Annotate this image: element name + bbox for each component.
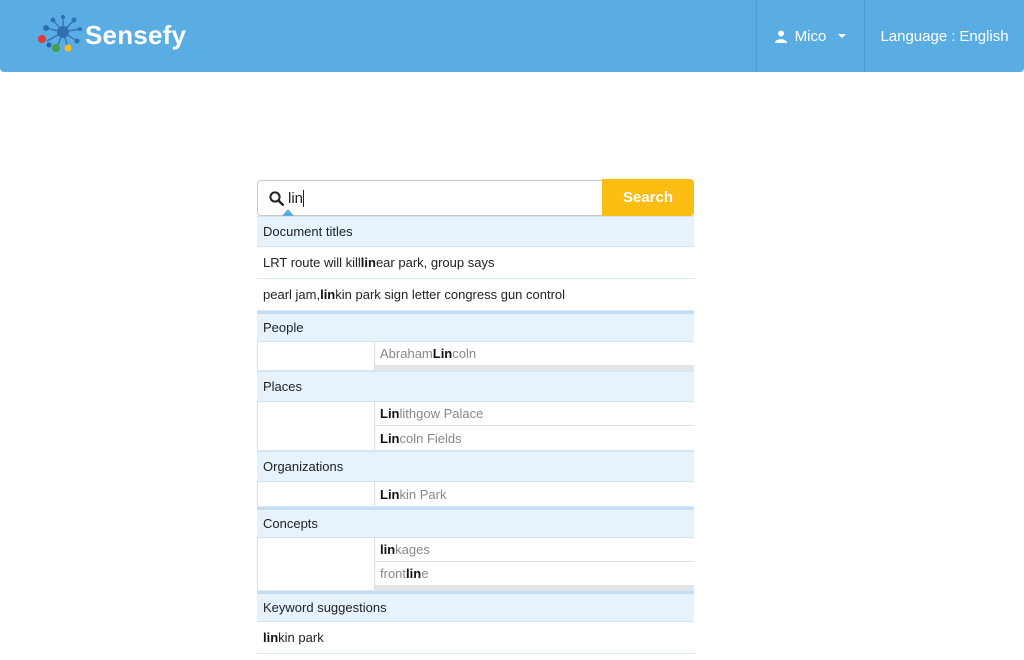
user-menu[interactable]: Mico: [756, 0, 864, 72]
suggestion-match: lin: [263, 630, 279, 645]
dropdown-pointer-icon: [282, 209, 294, 216]
user-name: Mico: [794, 27, 827, 45]
suggestion-match: lin: [320, 287, 336, 302]
suggestion-text: kin Park: [399, 486, 447, 502]
search-query-text: lin: [288, 189, 304, 207]
suggestion-match: lin: [360, 255, 376, 270]
entity-list: lin kages front lin e: [375, 538, 694, 590]
suggestion-document-title[interactable]: pearl jam, lin kin park sign letter congr…: [257, 279, 694, 311]
search-icon: [269, 190, 284, 206]
suggestion-match: lin: [380, 542, 396, 557]
suggestion-text: kin park: [278, 630, 324, 645]
language-menu[interactable]: Language : English: [864, 0, 1024, 72]
entity-thumbnail-area: [257, 402, 375, 450]
suggestion-match: Lin: [380, 406, 400, 421]
suggestion-organization[interactable]: Lin kin Park: [375, 482, 694, 506]
suggestion-text: LRT route will kill: [263, 255, 361, 270]
entity-list: Lin kin Park: [375, 482, 694, 506]
search-field[interactable]: lin: [257, 180, 603, 216]
section-heading-organizations: Organizations: [257, 451, 694, 482]
divider: [375, 366, 694, 370]
entity-list: Abraham Lin coln: [375, 342, 694, 370]
entity-group-places: Lin lithgow Palace Lin coln Fields: [257, 402, 694, 451]
section-heading-places: Places: [257, 371, 694, 402]
suggestion-text: kin park sign letter congress gun contro…: [335, 287, 566, 302]
suggestion-match: Lin: [432, 346, 453, 361]
top-navbar: Sensefy Mico Language : English: [0, 0, 1024, 72]
autocomplete-dropdown: Document titles LRT route will kill lin e…: [257, 216, 694, 654]
suggestion-text: e: [421, 566, 429, 581]
entity-thumbnail-area: [257, 538, 375, 590]
suggestion-text: pearl jam,: [263, 287, 321, 302]
divider: [375, 586, 694, 590]
section-heading-people: People: [257, 311, 694, 342]
suggestion-place[interactable]: Lin lithgow Palace: [375, 402, 694, 426]
suggestion-text: ear park, group says: [375, 255, 495, 270]
suggestion-concept[interactable]: lin kages: [375, 538, 694, 562]
suggestion-match: lin: [406, 566, 422, 581]
entity-group-people: Abraham Lin coln: [257, 342, 694, 371]
suggestion-document-title[interactable]: LRT route will kill lin ear park, group s…: [257, 247, 694, 279]
suggestion-match: Lin: [380, 486, 400, 502]
section-heading-keyword-suggestions: Keyword suggestions: [257, 591, 694, 622]
suggestion-concept[interactable]: front lin e: [375, 562, 694, 586]
suggestion-match: Lin: [380, 430, 400, 446]
sensefy-logo-icon: [38, 15, 82, 52]
text-cursor: [303, 189, 305, 207]
suggestion-place[interactable]: Lin coln Fields: [375, 426, 694, 450]
suggestion-text: front: [380, 566, 407, 581]
chevron-down-icon: [838, 34, 847, 38]
section-heading-concepts: Concepts: [257, 507, 694, 538]
entity-thumbnail-area: [257, 482, 375, 506]
brand[interactable]: Sensefy: [35, 14, 186, 56]
language-label: Language: [880, 27, 948, 45]
suggestion-text: Abraham: [380, 346, 433, 361]
entity-group-concepts: lin kages front lin e: [257, 538, 694, 591]
search-input[interactable]: lin: [288, 189, 305, 207]
suggestion-text: coln: [452, 346, 477, 361]
brand-name: Sensefy: [85, 19, 187, 50]
language-value: English: [959, 27, 1009, 45]
user-icon: [774, 30, 787, 43]
entity-group-organizations: Lin kin Park: [257, 482, 694, 507]
search-button[interactable]: Search: [602, 179, 694, 216]
suggestion-text: kages: [395, 542, 430, 557]
entity-thumbnail-area: [257, 342, 375, 370]
suggestion-person[interactable]: Abraham Lin coln: [375, 342, 694, 366]
section-heading-document-titles: Document titles: [257, 216, 694, 247]
suggestion-keyword[interactable]: lin kin park: [257, 622, 694, 654]
suggestion-text: coln Fields: [399, 430, 462, 446]
language-separator: :: [951, 27, 956, 45]
entity-list: Lin lithgow Palace Lin coln Fields: [375, 402, 694, 450]
suggestion-text: lithgow Palace: [399, 406, 484, 421]
